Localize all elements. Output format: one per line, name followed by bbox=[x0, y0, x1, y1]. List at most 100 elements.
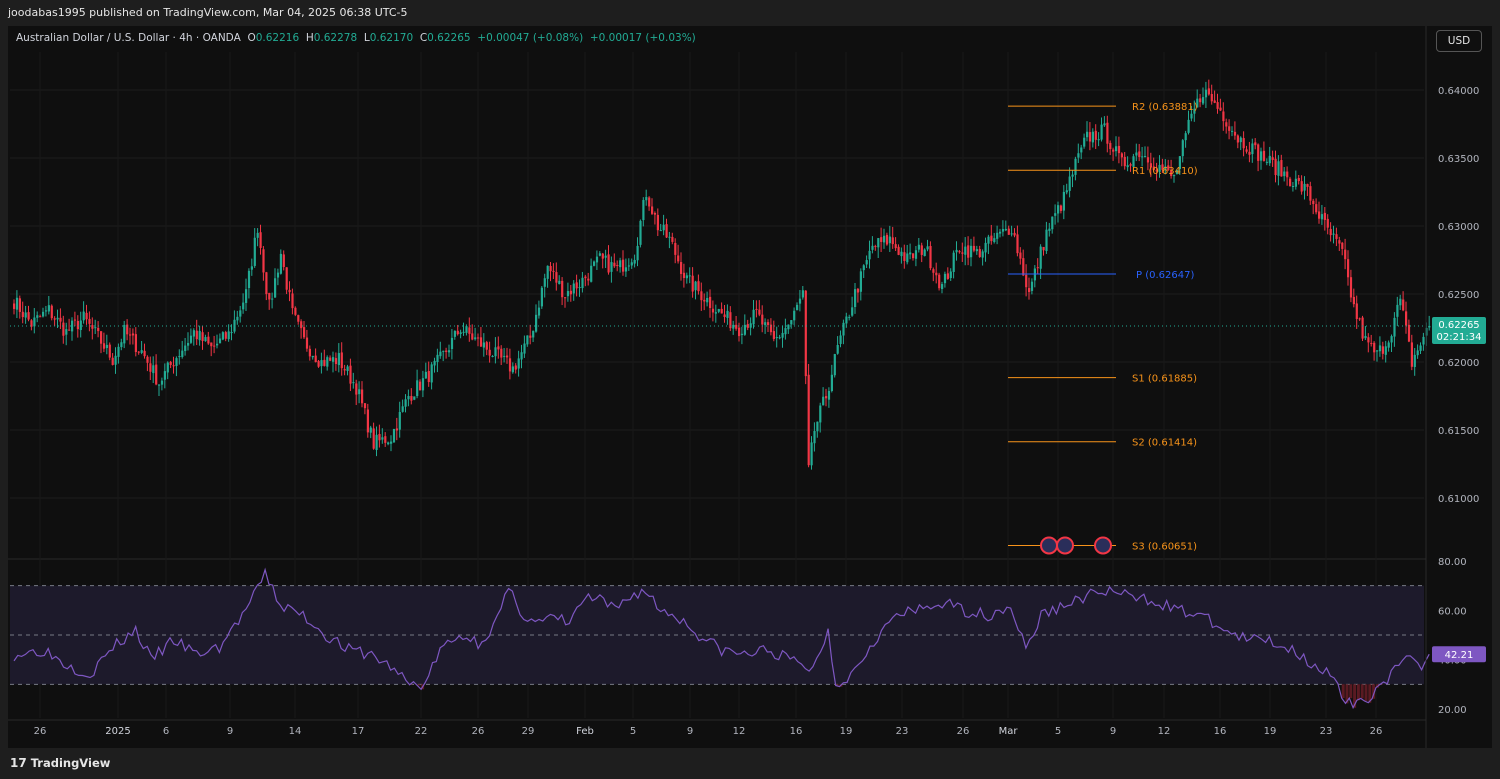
candle-body bbox=[946, 273, 949, 279]
candle-body bbox=[839, 335, 842, 344]
candle-body bbox=[488, 349, 491, 356]
candle-body bbox=[239, 310, 242, 317]
candle-body bbox=[140, 350, 143, 353]
candle-body bbox=[572, 283, 575, 294]
candle-body bbox=[1068, 176, 1071, 191]
rsi-tick-label: 60.00 bbox=[1438, 606, 1467, 617]
candle-body bbox=[378, 433, 381, 441]
candle-body bbox=[535, 314, 538, 332]
chart-panel[interactable]: 26 2025 6 9 14 17 22 26 29 Feb 5 9 12 16 19 23 26 Mar 5 9 12… bbox=[8, 26, 1492, 748]
candle-body bbox=[184, 345, 187, 352]
candle-body bbox=[610, 262, 613, 272]
candle-body bbox=[506, 355, 509, 358]
candle-body bbox=[134, 334, 137, 352]
candle-body bbox=[987, 236, 990, 244]
economic-event-flag-icon[interactable] bbox=[1094, 536, 1112, 555]
candle-body bbox=[1071, 174, 1074, 177]
candle-body bbox=[691, 275, 694, 292]
candle-body bbox=[1315, 204, 1318, 213]
candle-body bbox=[303, 327, 306, 338]
candle-body bbox=[1042, 246, 1045, 251]
candle-body bbox=[711, 308, 715, 313]
candle-body bbox=[1268, 155, 1271, 164]
candle-body bbox=[218, 338, 222, 344]
candle-body bbox=[764, 322, 767, 326]
candle-body bbox=[859, 271, 862, 292]
candle-body bbox=[207, 336, 210, 344]
candle-body bbox=[819, 405, 822, 423]
candle-body bbox=[656, 214, 659, 231]
symbol-label[interactable]: Australian Dollar / U.S. Dollar · 4h · O… bbox=[16, 32, 241, 44]
candle-body bbox=[323, 359, 326, 366]
currency-button[interactable]: USD bbox=[1436, 30, 1482, 52]
candle-body bbox=[680, 262, 683, 274]
candle-body bbox=[1065, 190, 1068, 193]
candle-body bbox=[152, 365, 155, 374]
ohlc-legend: Australian Dollar / U.S. Dollar · 4h · O… bbox=[16, 32, 696, 44]
chart-svg[interactable]: 26 2025 6 9 14 17 22 26 29 Feb 5 9 12 16 19 23 26 Mar 5 9 12… bbox=[8, 26, 1492, 748]
candle-body bbox=[636, 245, 639, 261]
time-tick-label: 16 bbox=[1214, 726, 1227, 737]
candle-body bbox=[1367, 337, 1370, 343]
candle-body bbox=[943, 273, 947, 284]
candle-body bbox=[1088, 132, 1092, 142]
candle-body bbox=[897, 246, 900, 255]
candle-body bbox=[1329, 228, 1332, 236]
candle-body bbox=[1210, 94, 1213, 102]
candle-body bbox=[1326, 218, 1329, 228]
candle-body bbox=[91, 325, 94, 329]
pivot-label: S3 (0.60651) bbox=[1132, 541, 1197, 552]
time-tick-label: 12 bbox=[733, 726, 746, 737]
candle-body bbox=[1036, 267, 1039, 269]
candle-body bbox=[42, 311, 45, 317]
candle-body bbox=[526, 335, 529, 345]
candle-body bbox=[752, 309, 755, 325]
candle-body bbox=[274, 278, 277, 298]
candle-body bbox=[1103, 123, 1106, 126]
time-tick-label: 26 bbox=[34, 726, 47, 737]
candle-body bbox=[593, 261, 596, 266]
candle-body bbox=[772, 331, 775, 339]
candle-body bbox=[529, 335, 532, 338]
candle-body bbox=[494, 347, 497, 357]
candle-body bbox=[1100, 124, 1103, 140]
candle-body bbox=[1022, 258, 1025, 276]
candle-body bbox=[801, 290, 804, 298]
time-tick-label: 5 bbox=[1055, 726, 1061, 737]
candle-body bbox=[552, 270, 555, 272]
candle-body bbox=[645, 197, 648, 201]
candle-body bbox=[833, 354, 836, 376]
candle-body bbox=[230, 332, 233, 334]
candle-body bbox=[575, 282, 578, 289]
candle-body bbox=[1126, 165, 1129, 168]
candle-body bbox=[436, 354, 439, 363]
candle-body bbox=[520, 352, 523, 360]
candle-body bbox=[793, 310, 796, 321]
candle-body bbox=[172, 365, 175, 367]
candle-body bbox=[639, 220, 642, 245]
candle-body bbox=[1361, 317, 1364, 339]
candle-body bbox=[999, 231, 1002, 234]
candle-body bbox=[363, 403, 367, 409]
time-tick-label: 22 bbox=[415, 726, 428, 737]
candle-body bbox=[100, 331, 103, 344]
economic-event-flag-icon[interactable] bbox=[1056, 536, 1074, 555]
candle-body bbox=[1323, 212, 1326, 220]
candle-body bbox=[1013, 232, 1016, 236]
candle-body bbox=[285, 267, 288, 290]
candle-body bbox=[1410, 342, 1413, 367]
economic-event-flag-icon[interactable] bbox=[1040, 536, 1058, 555]
candle-body bbox=[1265, 161, 1268, 163]
candle-body bbox=[1048, 228, 1051, 231]
candle-body bbox=[888, 236, 891, 244]
tradingview-brand[interactable]: 17 TradingView bbox=[10, 756, 110, 770]
candle-body bbox=[697, 281, 700, 292]
high-label: H bbox=[305, 32, 314, 44]
candle-body bbox=[517, 358, 520, 369]
open-label: O bbox=[247, 32, 256, 44]
candle-body bbox=[459, 332, 462, 334]
candle-body bbox=[21, 311, 24, 318]
candle-body bbox=[329, 357, 332, 361]
candle-body bbox=[259, 232, 262, 248]
time-tick-label: 23 bbox=[1320, 726, 1333, 737]
